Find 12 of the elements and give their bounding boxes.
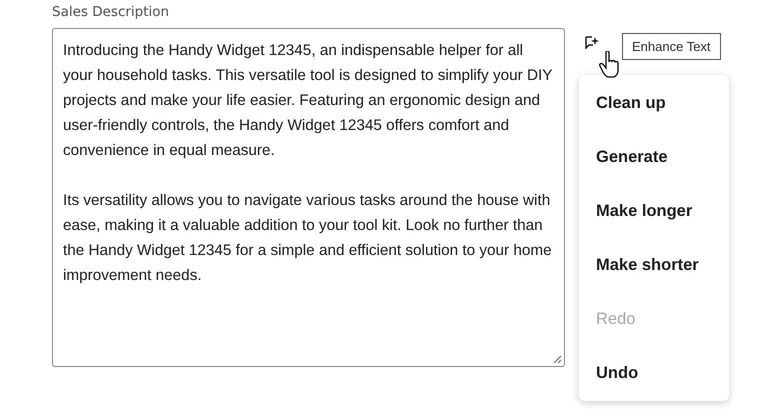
menu-item[interactable]: Undo [579, 351, 729, 395]
menu-item[interactable]: Make shorter [579, 243, 729, 297]
menu-item[interactable]: Make longer [579, 189, 729, 243]
menu-item[interactable]: Clean up [579, 81, 729, 135]
menu-item[interactable]: Generate [579, 135, 729, 189]
description-paragraph: Its versatility allows you to navigate various tasks around the house with ease, making it a valuable addition to your tool kit. Look no further than the Handy Widget 12345 for a simple and efficient solution to your home improvement needs. [63, 191, 553, 286]
tooltip: Enhance Text [622, 33, 721, 60]
resize-grip-icon[interactable] [552, 354, 562, 364]
text-area[interactable] [52, 28, 565, 367]
sparkle-document-icon[interactable] [585, 36, 600, 49]
description-paragraph: Introducing the Handy Widget 12345, an indispensable helper for all your household tasks. This versatile tool is designed to simplify your DIY projects and make your life easier. Featuring an ergonomic design and user-friendly controls, the Handy Widget 12345 offers comfort and convenience in equal measure. [63, 41, 554, 161]
field-label: Sales Description [52, 4, 170, 22]
